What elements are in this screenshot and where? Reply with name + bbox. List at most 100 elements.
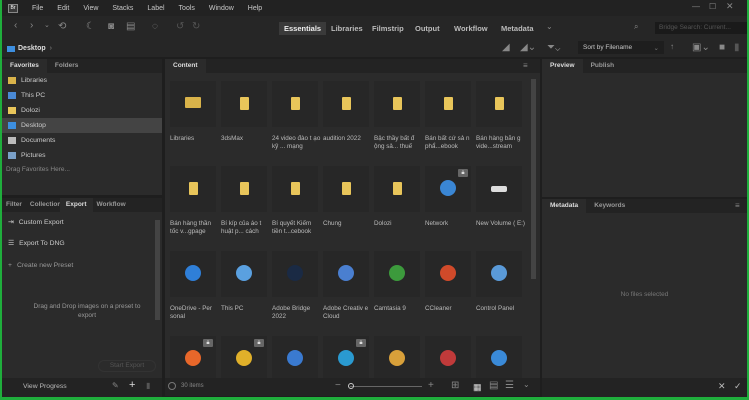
- tab-workflow[interactable]: Workflow: [93, 198, 130, 212]
- thumbnail-app[interactable]: [323, 251, 369, 297]
- thumbnail-folder[interactable]: [323, 166, 369, 212]
- back-icon[interactable]: ‹: [14, 20, 17, 31]
- delete-preset-icon[interactable]: ▮: [146, 381, 150, 390]
- menu-help[interactable]: Help: [248, 5, 262, 12]
- menu-tools[interactable]: Tools: [179, 5, 195, 12]
- view-details-icon[interactable]: ▤: [489, 380, 498, 391]
- workspace-output[interactable]: Output: [410, 22, 445, 35]
- maximize-icon[interactable]: ☐: [709, 2, 716, 11]
- thumbnail-app[interactable]: [476, 251, 522, 297]
- export-item-dng[interactable]: ☰ Export To DNG: [2, 232, 162, 254]
- open-folder-icon[interactable]: ▣⌄: [692, 42, 710, 53]
- thumbnail-app[interactable]: 🔒︎: [323, 336, 369, 378]
- filter-icon[interactable]: ⏷⌄: [547, 42, 560, 53]
- thumbnail-libraries[interactable]: [170, 81, 216, 127]
- tab-keywords[interactable]: Keywords: [586, 199, 633, 213]
- camera-icon[interactable]: ◙: [108, 21, 114, 32]
- tab-content[interactable]: Content: [165, 59, 206, 73]
- thumbnail-folder[interactable]: [221, 166, 267, 212]
- thumbnail-folder[interactable]: [323, 81, 369, 127]
- thumbnail-app[interactable]: [272, 336, 318, 378]
- add-icon[interactable]: +: [129, 379, 135, 391]
- workspace-workflow[interactable]: Workflow: [449, 22, 493, 35]
- refine-icon[interactable]: ▤: [126, 21, 135, 32]
- grid-lock-icon[interactable]: ⊞: [451, 380, 459, 391]
- rotate-left-icon[interactable]: ↺: [176, 21, 184, 32]
- tab-folders[interactable]: Folders: [47, 59, 86, 73]
- panel-menu-icon[interactable]: ≡: [735, 201, 740, 210]
- new-folder-icon[interactable]: ■: [719, 42, 725, 53]
- favorite-item[interactable]: Dolozi: [2, 103, 162, 118]
- thumbnail-folder[interactable]: [374, 81, 420, 127]
- minimize-icon[interactable]: —: [692, 2, 700, 11]
- favorite-item[interactable]: Desktop: [2, 118, 162, 133]
- zoom-in-icon[interactable]: +: [428, 380, 434, 391]
- menu-view[interactable]: View: [83, 5, 98, 12]
- favorite-item[interactable]: This PC: [2, 88, 162, 103]
- favorite-item[interactable]: Documents: [2, 133, 162, 148]
- zoom-out-icon[interactable]: −: [335, 380, 341, 391]
- thumbnail-app[interactable]: [272, 251, 318, 297]
- thumbnail-app[interactable]: [374, 251, 420, 297]
- export-item-custom[interactable]: ⇥ Custom Export: [2, 212, 162, 232]
- favorite-item[interactable]: Libraries: [2, 73, 162, 88]
- thumbnail-app[interactable]: [425, 336, 471, 378]
- workspace-libraries[interactable]: Libraries: [326, 22, 368, 35]
- apply-icon[interactable]: ✓: [734, 381, 742, 392]
- tab-favorites[interactable]: Favorites: [2, 59, 47, 73]
- export-scrollbar[interactable]: [155, 220, 160, 320]
- edit-icon[interactable]: ✎: [112, 381, 119, 390]
- cancel-icon[interactable]: ✕: [718, 381, 726, 392]
- menu-edit[interactable]: Edit: [57, 5, 69, 12]
- thumbnail-app[interactable]: 🔒︎: [425, 166, 471, 212]
- thumbnail-app[interactable]: 🔒︎: [221, 336, 267, 378]
- menu-window[interactable]: Window: [209, 5, 234, 12]
- view-progress-link[interactable]: View Progress: [23, 383, 67, 390]
- tab-collection[interactable]: Collection: [26, 198, 60, 212]
- sort-dropdown[interactable]: Sort by Filename ⌄: [578, 41, 664, 54]
- workspace-filmstrip[interactable]: Filmstrip: [367, 22, 409, 35]
- menu-label[interactable]: Label: [147, 5, 164, 12]
- view-list-icon[interactable]: ☰: [505, 380, 514, 391]
- thumbnail-folder[interactable]: [221, 81, 267, 127]
- thumbnail-app[interactable]: [221, 251, 267, 297]
- thumbnail-folder[interactable]: [425, 81, 471, 127]
- breadcrumb-desktop[interactable]: Desktop: [18, 45, 46, 52]
- workspace-essentials[interactable]: Essentials: [279, 22, 327, 35]
- tab-export[interactable]: Export: [59, 198, 93, 212]
- thumbnail-drive[interactable]: [476, 166, 522, 212]
- delete-icon[interactable]: ▮: [734, 42, 740, 53]
- rotate-right-icon[interactable]: ↻: [192, 21, 200, 32]
- sort-ascending-icon[interactable]: ↑: [670, 42, 674, 51]
- chevron-down-icon[interactable]: ⌄: [44, 21, 50, 29]
- open-recent-icon[interactable]: ◌: [152, 21, 158, 32]
- panel-menu-icon[interactable]: ≡: [523, 61, 528, 70]
- tab-metadata[interactable]: Metadata: [542, 199, 587, 213]
- view-thumbnails-icon[interactable]: ▦: [473, 382, 482, 393]
- content-scrollbar[interactable]: [531, 79, 536, 279]
- workspace-metadata[interactable]: Metadata: [496, 22, 539, 35]
- boomerang-icon[interactable]: ☾: [86, 21, 95, 32]
- tab-publish[interactable]: Publish: [583, 59, 622, 73]
- create-preset-button[interactable]: + Create new Preset: [2, 254, 162, 276]
- workspace-more-icon[interactable]: ⌄: [546, 22, 553, 31]
- forward-icon[interactable]: ›: [30, 20, 33, 31]
- slider-handle[interactable]: [348, 383, 354, 389]
- menu-file[interactable]: File: [32, 5, 43, 12]
- thumbnail-folder[interactable]: [272, 81, 318, 127]
- start-export-button[interactable]: Start Export: [98, 360, 156, 372]
- close-icon[interactable]: ✕: [726, 1, 734, 12]
- thumbnail-folder[interactable]: [170, 166, 216, 212]
- thumbnail-app[interactable]: [374, 336, 420, 378]
- view-options-icon[interactable]: ⌄: [523, 380, 530, 389]
- quality-icon[interactable]: ◢: [502, 42, 510, 53]
- thumbnail-quality-icon[interactable]: ◢⌄: [520, 42, 536, 53]
- thumbnail-app[interactable]: [170, 251, 216, 297]
- tab-preview[interactable]: Preview: [542, 59, 583, 73]
- search-input[interactable]: Bridge Search: Current...: [655, 22, 747, 34]
- tab-filter[interactable]: Filter: [2, 198, 26, 212]
- thumbnail-app[interactable]: [476, 336, 522, 378]
- thumbnail-folder[interactable]: [476, 81, 522, 127]
- favorite-item[interactable]: Pictures: [2, 148, 162, 163]
- search-icon[interactable]: ⌕: [634, 22, 638, 32]
